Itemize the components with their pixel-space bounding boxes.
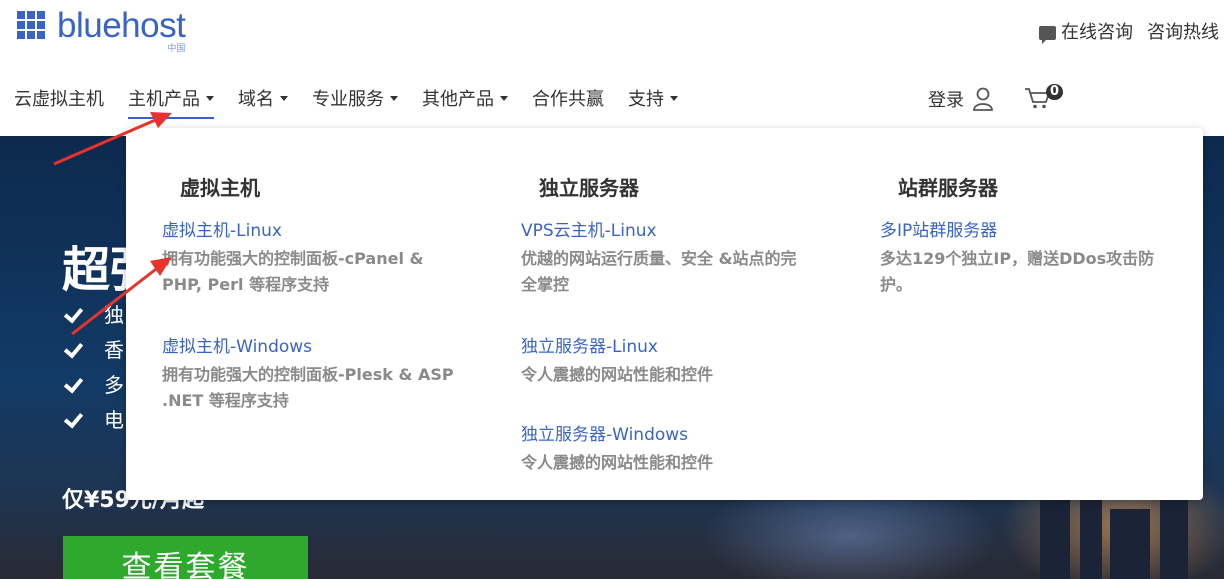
caret-down-icon: [670, 95, 678, 101]
nav-label: 主机产品: [128, 89, 200, 110]
check-icon: [62, 409, 82, 429]
entry-title: 独立服务器-Windows: [521, 425, 689, 445]
online-consult-link[interactable]: 在线咨询: [1061, 18, 1133, 44]
caret-down-icon: [206, 95, 214, 101]
feature-item: 电: [62, 401, 124, 436]
entry-desc: 拥有功能强大的控制面板-cPanel & PHP, Perl 等程序支持: [162, 249, 424, 294]
site-header: bluehost 中国 在线咨询 咨询热线 云虚拟主机 主机产品 域名 专业服务…: [0, 0, 1224, 136]
menu-entry-multi-ip-server[interactable]: 多IP站群服务器 多达129个独立IP，赠送DDos攻击防护。: [880, 218, 1170, 298]
nav-item-other-products[interactable]: 其他产品: [422, 85, 508, 119]
check-icon: [62, 339, 82, 359]
hosting-products-dropdown: 虚拟主机 虚拟主机-Linux 拥有功能强大的控制面板-cPanel & PHP…: [126, 128, 1203, 500]
logo-subtitle: 中国: [167, 44, 186, 54]
caret-down-icon: [390, 95, 398, 101]
logo-grid-icon: [17, 11, 45, 39]
feature-text: 香: [104, 338, 124, 362]
entry-desc: 优越的网站运行质量、安全 &站点的完全掌控: [521, 249, 797, 294]
entry-desc: 多达129个独立IP，赠送DDos攻击防护。: [880, 249, 1155, 294]
skyline-building: [1040, 489, 1070, 579]
nav-item-hosting-products[interactable]: 主机产品: [128, 85, 214, 119]
caret-down-icon: [500, 95, 508, 101]
logo-wordmark: bluehost: [57, 6, 186, 45]
entry-title: 多IP站群服务器: [880, 221, 998, 241]
nav-label: 专业服务: [312, 89, 384, 110]
check-icon: [62, 304, 82, 324]
top-contact-bar: 在线咨询 咨询热线: [1039, 18, 1219, 44]
check-icon: [62, 374, 82, 394]
login-button[interactable]: 登录: [928, 86, 994, 112]
hotline-text: 咨询热线: [1147, 22, 1219, 43]
menu-entry-hosting-linux[interactable]: 虚拟主机-Linux 拥有功能强大的控制面板-cPanel & PHP, Per…: [162, 218, 462, 298]
feature-text: 独: [104, 303, 124, 327]
main-nav: 云虚拟主机 主机产品 域名 专业服务 其他产品 合作共赢 支持: [14, 85, 702, 119]
entry-desc: 拥有功能强大的控制面板-Plesk & ASP .NET 等程序支持: [162, 365, 454, 410]
column-title-dedicated-server: 独立服务器: [539, 176, 639, 200]
skyline-building: [1110, 509, 1150, 579]
chat-icon: [1039, 26, 1056, 44]
column-title-site-group-server: 站群服务器: [898, 176, 998, 200]
caret-down-icon: [280, 95, 288, 101]
nav-label: 云虚拟主机: [14, 89, 104, 110]
menu-entry-vps-linux[interactable]: VPS云主机-Linux 优越的网站运行质量、安全 &站点的完全掌控: [521, 218, 811, 298]
entry-title: 虚拟主机-Windows: [162, 337, 313, 357]
entry-desc: 令人震撼的网站性能和控件: [521, 365, 714, 384]
nav-item-domains[interactable]: 域名: [238, 85, 288, 119]
menu-entry-dedicated-windows[interactable]: 独立服务器-Windows 令人震撼的网站性能和控件: [521, 422, 821, 476]
feature-list: 独 香 多 电: [62, 296, 124, 436]
nav-item-cloud-hosting[interactable]: 云虚拟主机: [14, 85, 104, 119]
feature-item: 香: [62, 331, 124, 366]
login-label: 登录: [928, 90, 964, 111]
feature-text: 电: [104, 408, 124, 432]
view-plans-button[interactable]: 查看套餐: [63, 536, 308, 579]
menu-entry-dedicated-linux[interactable]: 独立服务器-Linux 令人震撼的网站性能和控件: [521, 334, 821, 388]
nav-label: 域名: [238, 89, 274, 110]
nav-label: 其他产品: [422, 89, 494, 110]
nav-item-support[interactable]: 支持: [628, 85, 678, 119]
nav-label: 支持: [628, 89, 664, 110]
entry-title: VPS云主机-Linux: [521, 221, 657, 241]
nav-label: 合作共赢: [532, 89, 604, 110]
feature-item: 独: [62, 296, 124, 331]
entry-title: 独立服务器-Linux: [521, 337, 658, 357]
menu-entry-hosting-windows[interactable]: 虚拟主机-Windows 拥有功能强大的控制面板-Plesk & ASP .NE…: [162, 334, 462, 414]
cart-button[interactable]: 0: [1024, 84, 1064, 110]
user-icon: [973, 87, 993, 111]
entry-title: 虚拟主机-Linux: [162, 221, 282, 241]
nav-item-professional-services[interactable]: 专业服务: [312, 85, 398, 119]
cart-count-badge: 0: [1046, 84, 1064, 100]
entry-desc: 令人震撼的网站性能和控件: [521, 453, 714, 472]
column-title-virtual-hosting: 虚拟主机: [180, 176, 260, 200]
feature-text: 多: [104, 373, 124, 397]
nav-item-partnership[interactable]: 合作共赢: [532, 85, 604, 119]
bluehost-logo[interactable]: bluehost 中国: [17, 6, 186, 54]
feature-item: 多: [62, 366, 124, 401]
